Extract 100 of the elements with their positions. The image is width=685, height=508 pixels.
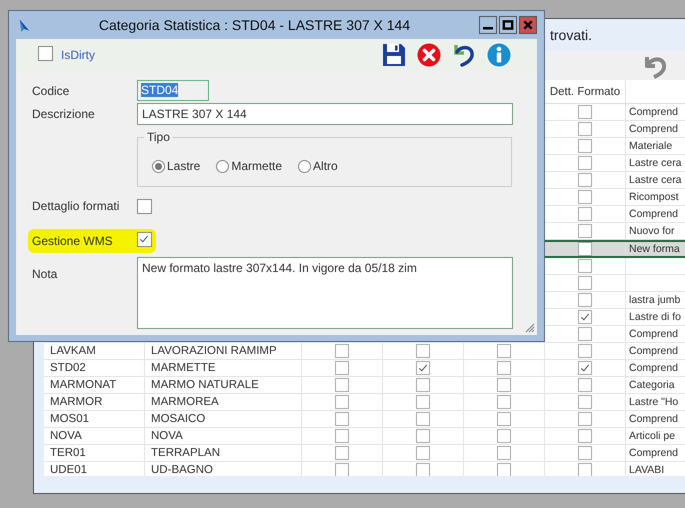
table-cell: MARMETTE xyxy=(151,362,216,374)
checkbox[interactable] xyxy=(578,224,592,238)
table-row[interactable]: MARMOR MARMOREA Lastre "Ho xyxy=(44,394,685,411)
table-cell: Comprend xyxy=(629,123,678,135)
checkbox[interactable] xyxy=(335,463,349,476)
checkbox[interactable] xyxy=(578,105,592,119)
radio-option[interactable]: Marmette xyxy=(216,159,282,173)
checkbox[interactable] xyxy=(416,395,430,409)
radio-option[interactable]: Altro xyxy=(298,159,338,173)
table-cell: New forma xyxy=(629,243,680,255)
checkbox[interactable] xyxy=(335,446,349,460)
checkbox[interactable] xyxy=(416,361,430,375)
radio-button[interactable] xyxy=(298,160,312,172)
checkbox[interactable] xyxy=(578,156,592,170)
checkbox[interactable] xyxy=(578,378,592,392)
checkbox[interactable] xyxy=(416,378,430,392)
table-row[interactable]: UDE01 UD-BAGNO LAVABI xyxy=(44,462,685,476)
table-row[interactable]: MARMONAT MARMO NATURALE Categoria xyxy=(44,377,685,394)
checkbox[interactable] xyxy=(578,276,592,290)
checkbox[interactable] xyxy=(497,412,511,426)
checkbox[interactable] xyxy=(497,378,511,392)
resize-grip-icon[interactable] xyxy=(523,321,535,333)
checkbox[interactable] xyxy=(578,310,592,324)
code-field[interactable]: STD04 xyxy=(137,80,209,101)
table-cell: Lastre di fo xyxy=(629,311,681,323)
radio-option[interactable]: Lastre xyxy=(152,159,200,173)
info-icon[interactable] xyxy=(487,43,511,67)
close-button[interactable] xyxy=(519,16,537,34)
field-value: STD04 xyxy=(141,83,178,97)
checkbox[interactable] xyxy=(578,293,592,307)
minimize-icon xyxy=(483,27,493,30)
window-title: Categoria Statistica : STD04 - LASTRE 307 X 144 xyxy=(98,17,412,33)
checkbox[interactable] xyxy=(578,122,592,136)
checkbox[interactable] xyxy=(578,327,592,341)
table-cell: UD-BAGNO xyxy=(151,464,213,476)
checkbox[interactable] xyxy=(38,46,53,61)
checkbox[interactable] xyxy=(497,361,511,375)
checkbox[interactable] xyxy=(335,395,349,409)
checkbox[interactable] xyxy=(578,207,592,221)
table-cell: Comprend xyxy=(629,106,678,118)
column-header[interactable]: Dett. Formato xyxy=(550,86,620,98)
checkbox[interactable] xyxy=(497,446,511,460)
table-cell: Categoria xyxy=(629,379,675,391)
table-cell: Materiale xyxy=(629,140,672,152)
undo-icon[interactable] xyxy=(452,43,476,67)
checkbox[interactable] xyxy=(578,139,592,153)
minimize-button[interactable] xyxy=(479,16,497,34)
table-cell: NOVA xyxy=(50,430,82,442)
table-cell: Nuovo for xyxy=(629,225,675,237)
field-label: Dettaglio formati xyxy=(32,199,120,213)
checkbox[interactable] xyxy=(416,463,430,476)
table-cell: LAVKAM xyxy=(50,345,96,357)
checkbox[interactable] xyxy=(578,412,592,426)
maximize-button[interactable] xyxy=(499,16,517,34)
table-row[interactable]: NOVA NOVA Articoli pe xyxy=(44,428,685,445)
checkbox[interactable] xyxy=(578,173,592,187)
checkbox[interactable] xyxy=(578,429,592,443)
save-icon[interactable] xyxy=(382,43,406,67)
checkbox[interactable] xyxy=(578,446,592,460)
radio-button[interactable] xyxy=(152,160,165,172)
checkbox[interactable] xyxy=(497,395,511,409)
checkbox[interactable] xyxy=(578,344,592,358)
description-field[interactable]: LASTRE 307 X 144 xyxy=(137,103,513,125)
note-field[interactable]: New formato lastre 307x144. In vigore da 05/18 zim xyxy=(137,257,513,329)
checkbox[interactable] xyxy=(137,232,152,247)
checkbox[interactable] xyxy=(335,429,349,443)
radio-button[interactable] xyxy=(216,160,230,172)
checkbox[interactable] xyxy=(416,446,430,460)
close-icon xyxy=(522,19,534,31)
table-row[interactable]: MOS01 MOSAICO Comprend xyxy=(44,411,685,428)
table-row[interactable]: STD02 MARMETTE Comprend xyxy=(44,360,685,377)
checkbox[interactable] xyxy=(416,412,430,426)
checkbox[interactable] xyxy=(578,395,592,409)
table-cell: MARMONAT xyxy=(50,379,116,391)
checkbox[interactable] xyxy=(137,199,152,214)
cancel-icon[interactable] xyxy=(417,43,441,67)
checkbox[interactable] xyxy=(497,429,511,443)
checkbox[interactable] xyxy=(335,361,349,375)
checkbox[interactable] xyxy=(497,463,511,476)
checkbox[interactable] xyxy=(335,378,349,392)
checkbox[interactable] xyxy=(578,463,592,476)
table-cell: STD02 xyxy=(50,362,86,374)
table-cell: Lastre "Ho xyxy=(629,396,678,408)
checkbox[interactable] xyxy=(416,429,430,443)
table-cell: lastra jumb xyxy=(629,294,680,306)
checkbox[interactable] xyxy=(578,242,592,256)
checkbox[interactable] xyxy=(335,412,349,426)
checkbox[interactable] xyxy=(416,344,430,358)
field-label: Gestione WMS xyxy=(32,234,114,248)
checkbox[interactable] xyxy=(578,361,592,375)
table-cell: NOVA xyxy=(151,430,183,442)
table-row[interactable]: LAVKAM LAVORAZIONI RAMIMP Comprend xyxy=(44,343,685,360)
field-value: LASTRE 307 X 144 xyxy=(142,107,247,121)
field-value: New formato lastre 307x144. In vigore da 05/18 zim xyxy=(142,261,417,275)
checkbox[interactable] xyxy=(578,190,592,204)
checkbox[interactable] xyxy=(335,344,349,358)
checkbox[interactable] xyxy=(578,259,592,273)
checkbox[interactable] xyxy=(497,344,511,358)
table-row[interactable]: TER01 TERRAPLAN Comprend xyxy=(44,445,685,462)
field-label: Nota xyxy=(32,266,58,281)
